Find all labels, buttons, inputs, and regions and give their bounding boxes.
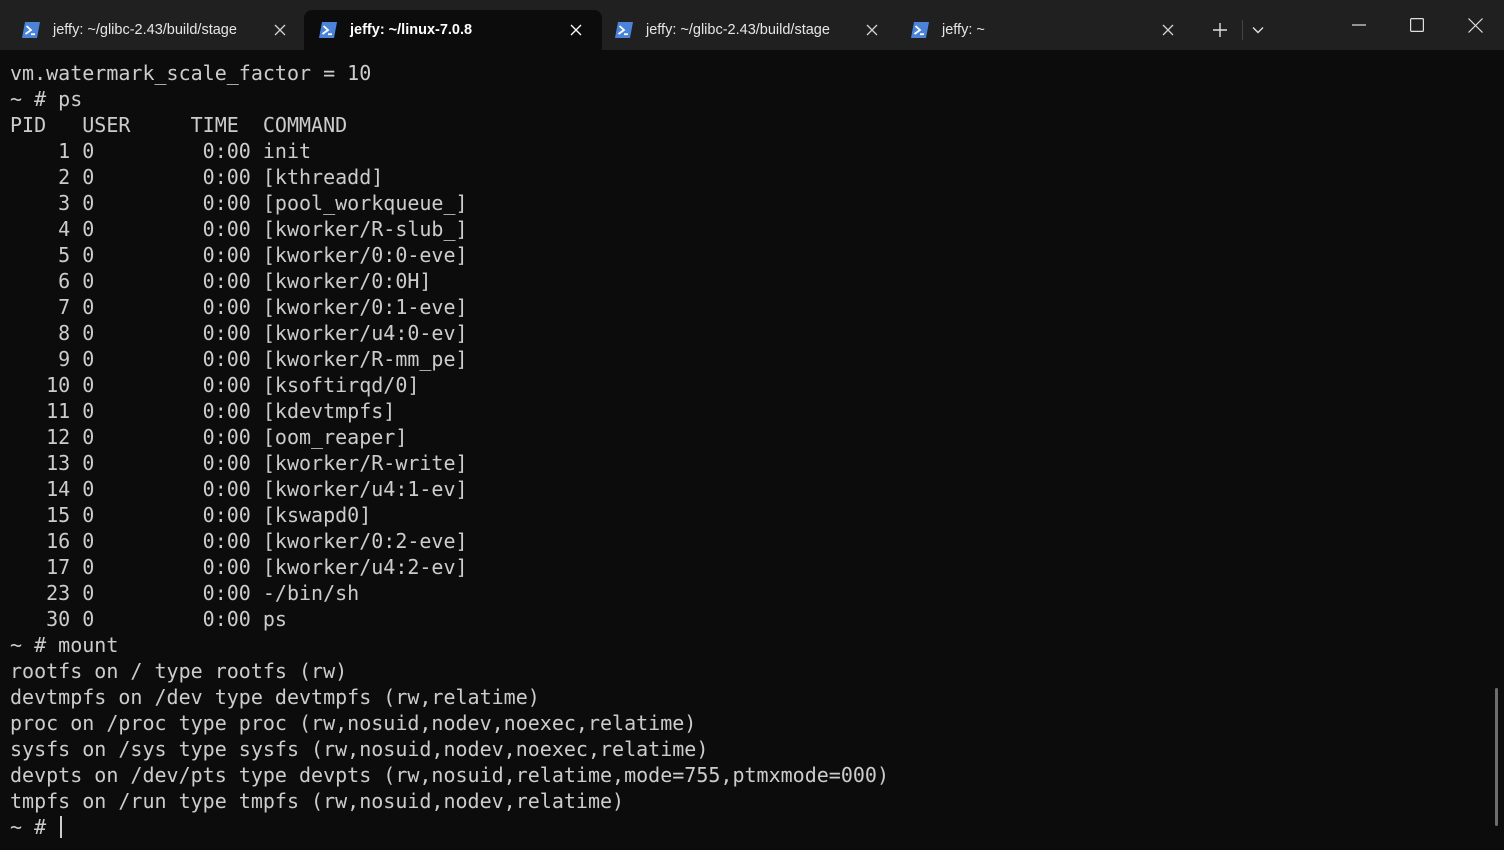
tab-dropdown-chevron-icon [1252, 27, 1264, 34]
close-icon[interactable] [567, 21, 585, 39]
tab-title: jeffy: ~/linux-7.0.8 [350, 22, 473, 38]
minimize-button[interactable] [1336, 0, 1382, 50]
terminal-line: 12 0 0:00 [oom_reaper] [10, 425, 408, 449]
close-icon [1467, 17, 1483, 33]
maximize-button[interactable] [1394, 0, 1440, 50]
prompt-line[interactable]: ~ # [10, 814, 1490, 840]
terminal-line: 14 0 0:00 [kworker/u4:1-ev] [10, 477, 468, 501]
terminal-line: tmpfs on /run type tmpfs (rw,nosuid,node… [10, 789, 625, 813]
terminal-line: 30 0 0:00 ps [10, 607, 287, 631]
terminal-line: 8 0 0:00 [kworker/u4:0-ev] [10, 321, 468, 345]
shell-prompt: ~ # [10, 815, 59, 839]
terminal-line: 16 0 0:00 [kworker/0:2-eve] [10, 529, 468, 553]
tab-home[interactable]: jeffy: ~ [896, 10, 1192, 50]
terminal-line: 17 0 0:00 [kworker/u4:2-ev] [10, 555, 468, 579]
tab-linux[interactable]: jeffy: ~/linux-7.0.8 [304, 10, 602, 50]
text-cursor [60, 816, 63, 838]
tab-glibc-stage-2[interactable]: jeffy: ~/glibc-2.43/build/stage [600, 10, 896, 50]
terminal-line: 2 0 0:00 [kthreadd] [10, 165, 384, 189]
terminal-line: 5 0 0:00 [kworker/0:0-eve] [10, 243, 468, 267]
terminal-line: 3 0 0:00 [pool_workqueue_] [10, 191, 468, 215]
title-bar: jeffy: ~/glibc-2.43/build/stage jeffy: ~… [0, 0, 1504, 50]
powershell-icon [319, 22, 337, 38]
terminal-line: PID USER TIME COMMAND [10, 113, 348, 137]
terminal-line: 23 0 0:00 -/bin/sh [10, 581, 360, 605]
terminal-line: sysfs on /sys type sysfs (rw,nosuid,node… [10, 737, 709, 761]
terminal-line: ~ # mount [10, 633, 119, 657]
terminal-line: vm.watermark_scale_factor = 10 [10, 61, 372, 85]
close-icon[interactable] [1159, 21, 1177, 39]
close-icon[interactable] [863, 21, 881, 39]
terminal-line: rootfs on / type rootfs (rw) [10, 659, 348, 683]
scrollbar-thumb[interactable] [1495, 688, 1498, 826]
terminal-line: devtmpfs on /dev type devtmpfs (rw,relat… [10, 685, 540, 709]
tab-title: jeffy: ~/glibc-2.43/build/stage [646, 22, 830, 38]
terminal-line: 9 0 0:00 [kworker/R-mm_pe] [10, 347, 468, 371]
minimize-icon [1352, 24, 1366, 26]
powershell-icon [22, 22, 40, 38]
tab-title: jeffy: ~ [942, 22, 985, 38]
tab-glibc-stage-1[interactable]: jeffy: ~/glibc-2.43/build/stage [0, 10, 304, 50]
powershell-icon [911, 22, 929, 38]
terminal-line: 7 0 0:00 [kworker/0:1-eve] [10, 295, 468, 319]
terminal-output[interactable]: vm.watermark_scale_factor = 10 ~ # ps PID … [10, 60, 1490, 850]
maximize-icon [1410, 18, 1424, 32]
terminal-line: 11 0 0:00 [kdevtmpfs] [10, 399, 396, 423]
terminal-line: ~ # ps [10, 87, 83, 111]
close-icon[interactable] [271, 21, 289, 39]
new-tab-plus-icon [1213, 23, 1227, 37]
terminal-line: 15 0 0:00 [kswapd0] [10, 503, 372, 527]
terminal-line: 13 0 0:00 [kworker/R-write] [10, 451, 468, 475]
tab-dropdown-button[interactable] [1235, 10, 1281, 50]
terminal-line: 4 0 0:00 [kworker/R-slub_] [10, 217, 468, 241]
terminal-line: proc on /proc type proc (rw,nosuid,nodev… [10, 711, 697, 735]
close-window-button[interactable] [1452, 0, 1498, 50]
terminal-line: 1 0 0:00 init [10, 139, 312, 163]
powershell-icon [615, 22, 633, 38]
terminal-line: devpts on /dev/pts type devpts (rw,nosui… [10, 763, 889, 787]
terminal-line: 10 0 0:00 [ksoftirqd/0] [10, 373, 420, 397]
tab-title: jeffy: ~/glibc-2.43/build/stage [53, 22, 237, 38]
terminal-line: 6 0 0:00 [kworker/0:0H] [10, 269, 432, 293]
